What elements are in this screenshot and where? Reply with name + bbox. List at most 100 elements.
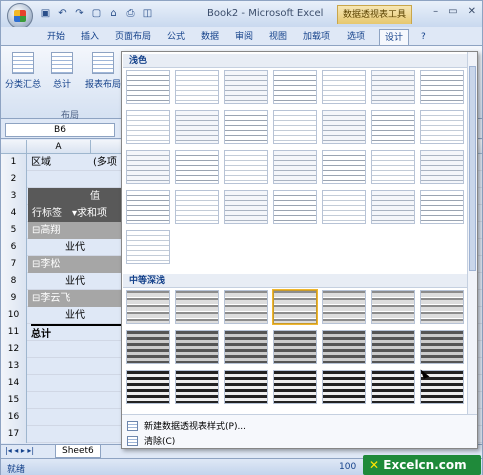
style-swatch[interactable]: [175, 290, 219, 324]
style-swatch[interactable]: [322, 110, 366, 144]
row-header[interactable]: 11: [1, 324, 27, 341]
style-swatch[interactable]: [224, 110, 268, 144]
style-swatch[interactable]: [371, 330, 415, 364]
open-icon[interactable]: ⌂: [107, 7, 120, 20]
select-all-corner[interactable]: [1, 140, 27, 154]
style-swatch[interactable]: [175, 370, 219, 404]
style-swatch[interactable]: [126, 70, 170, 104]
row-header[interactable]: 12: [1, 341, 27, 358]
style-swatch[interactable]: [175, 150, 219, 184]
tab-options[interactable]: 选项: [347, 29, 365, 45]
style-swatch[interactable]: [126, 370, 170, 404]
style-swatch[interactable]: [420, 150, 464, 184]
style-swatch[interactable]: [420, 110, 464, 144]
restore-button[interactable]: ▭: [448, 6, 457, 17]
tab-page-layout[interactable]: 页面布局: [115, 29, 151, 45]
style-swatch[interactable]: [322, 150, 366, 184]
name-box[interactable]: B6: [5, 123, 115, 137]
style-swatch[interactable]: [175, 190, 219, 224]
cell-a11[interactable]: 总计: [31, 324, 122, 341]
style-swatch[interactable]: [126, 150, 170, 184]
style-swatch[interactable]: [175, 70, 219, 104]
row-header[interactable]: 14: [1, 375, 27, 392]
style-swatch[interactable]: [126, 190, 170, 224]
row-header[interactable]: 4: [1, 205, 27, 222]
close-button[interactable]: ✕: [468, 6, 476, 17]
tab-addins[interactable]: 加载项: [303, 29, 330, 45]
style-swatch[interactable]: [371, 370, 415, 404]
style-swatch[interactable]: [175, 330, 219, 364]
style-swatch[interactable]: [224, 70, 268, 104]
style-swatch[interactable]: [371, 110, 415, 144]
undo-icon[interactable]: ↶: [56, 7, 69, 20]
tab-formulas[interactable]: 公式: [167, 29, 185, 45]
row-header[interactable]: 8: [1, 273, 27, 290]
row-header[interactable]: 16: [1, 409, 27, 426]
preview-icon[interactable]: ◫: [141, 7, 154, 20]
redo-icon[interactable]: ↷: [73, 7, 86, 20]
tab-review[interactable]: 审阅: [235, 29, 253, 45]
row-header[interactable]: 9: [1, 290, 27, 307]
grand-totals-button[interactable]: 总计: [51, 52, 73, 90]
style-swatch[interactable]: [420, 70, 464, 104]
cell-a10[interactable]: 业代: [65, 307, 85, 324]
tab-insert[interactable]: 插入: [81, 29, 99, 45]
cell-a9[interactable]: ⊟李云飞: [28, 290, 122, 307]
style-swatch[interactable]: [420, 330, 464, 364]
minimize-button[interactable]: –: [433, 6, 438, 17]
cell-a8[interactable]: 业代: [65, 273, 85, 290]
style-swatch[interactable]: [126, 330, 170, 364]
style-swatch[interactable]: [272, 289, 318, 325]
style-swatch[interactable]: [322, 190, 366, 224]
subtotals-button[interactable]: 分类汇总: [5, 52, 41, 90]
style-swatch[interactable]: [273, 370, 317, 404]
row-header[interactable]: 5: [1, 222, 27, 239]
style-swatch[interactable]: [273, 150, 317, 184]
style-swatch[interactable]: [322, 290, 366, 324]
style-swatch[interactable]: [126, 230, 170, 264]
style-swatch[interactable]: [175, 110, 219, 144]
row-header[interactable]: 7: [1, 256, 27, 273]
style-swatch[interactable]: [371, 70, 415, 104]
print-icon[interactable]: ⎙: [124, 7, 137, 20]
cell-a4[interactable]: 行标签 ▾求和项: [28, 205, 122, 222]
style-swatch[interactable]: [224, 370, 268, 404]
style-swatch[interactable]: [420, 190, 464, 224]
clear-style-item[interactable]: 清除(C): [127, 434, 175, 447]
cell-a7[interactable]: ⊟李松: [28, 256, 122, 273]
style-swatch[interactable]: [224, 150, 268, 184]
sheet-nav-icon[interactable]: |◂ ◂ ▸ ▸|: [5, 446, 34, 455]
new-icon[interactable]: ▢: [90, 7, 103, 20]
tab-design[interactable]: 设计: [379, 29, 410, 45]
row-header[interactable]: 1: [1, 154, 27, 171]
cell-b3[interactable]: 值: [28, 188, 122, 205]
style-swatch[interactable]: [371, 290, 415, 324]
tab-view[interactable]: 视图: [269, 29, 287, 45]
style-swatch[interactable]: [420, 290, 464, 324]
style-swatch[interactable]: [273, 70, 317, 104]
save-icon[interactable]: ▣: [39, 7, 52, 20]
report-layout-button[interactable]: 报表布局: [85, 52, 121, 90]
style-swatch[interactable]: [224, 290, 268, 324]
style-swatch[interactable]: [273, 330, 317, 364]
cell-a1[interactable]: 区域: [31, 154, 51, 171]
tab-home[interactable]: 开始: [47, 29, 65, 45]
zoom-level[interactable]: 100: [339, 462, 356, 472]
style-swatch[interactable]: [322, 370, 366, 404]
row-header[interactable]: 13: [1, 358, 27, 375]
row-header[interactable]: 17: [1, 426, 27, 443]
style-swatch[interactable]: [126, 290, 170, 324]
style-swatch[interactable]: [371, 190, 415, 224]
tab-data[interactable]: 数据: [201, 29, 219, 45]
cell-b1[interactable]: (多项: [93, 154, 117, 171]
style-swatch[interactable]: [273, 190, 317, 224]
cell-a6[interactable]: 业代: [65, 239, 85, 256]
style-swatch[interactable]: [273, 110, 317, 144]
style-swatch[interactable]: [322, 330, 366, 364]
column-header-a[interactable]: A: [27, 140, 91, 154]
row-header[interactable]: 3: [1, 188, 27, 205]
row-header[interactable]: 15: [1, 392, 27, 409]
style-swatch[interactable]: [322, 70, 366, 104]
style-swatch[interactable]: [126, 110, 170, 144]
row-header[interactable]: 2: [1, 171, 27, 188]
